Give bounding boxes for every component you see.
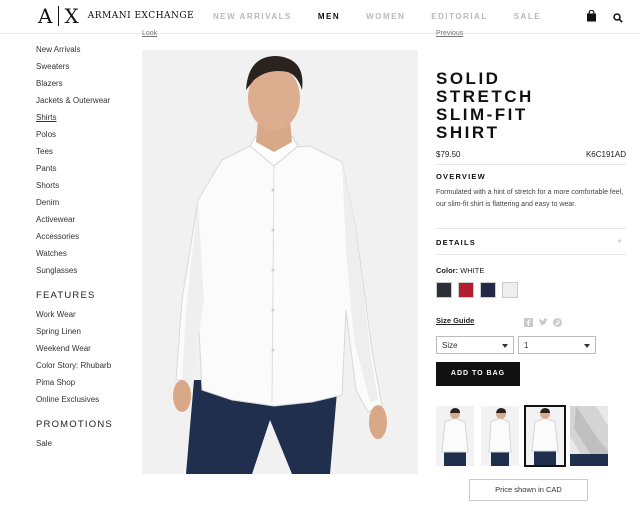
add-to-bag-button[interactable]: ADD TO BAG	[436, 362, 520, 386]
logo-mark-x: X	[64, 4, 80, 28]
nav-sale[interactable]: SALE	[514, 12, 541, 21]
promotions-heading: PROMOTIONS	[36, 419, 113, 430]
size-select-value: Size	[442, 340, 458, 350]
bag-icon[interactable]	[586, 9, 597, 27]
look-link[interactable]: Look	[142, 30, 157, 37]
details-heading[interactable]: DETAILS	[436, 238, 476, 247]
thumbnail-selected[interactable]	[524, 405, 566, 467]
nav-men[interactable]: MEN	[318, 12, 340, 21]
twitter-icon[interactable]	[538, 314, 548, 332]
divider	[436, 254, 626, 255]
quantity-select-value: 1	[524, 340, 529, 350]
product-image[interactable]	[142, 50, 418, 474]
search-icon[interactable]	[613, 10, 623, 28]
chevron-down-icon	[584, 341, 590, 350]
product-price: $79.50	[436, 150, 461, 159]
thumbnail-front[interactable]	[436, 406, 474, 466]
site-header: A X ARMANI EXCHANGE NEW ARRIVALS MEN WOM…	[0, 0, 640, 34]
sidebar-item-work-wear[interactable]: Work Wear	[36, 309, 136, 326]
overview-text: Formulated with a hint of stretch for a …	[436, 189, 624, 208]
color-label-key: Color:	[436, 266, 459, 275]
color-value: WHITE	[460, 266, 485, 275]
category-sidebar: New Arrivals Sweaters Blazers Jackets & …	[36, 44, 136, 455]
swatch-white[interactable]	[502, 282, 518, 298]
sidebar-item-jackets-outerwear[interactable]: Jackets & Outerwear	[36, 95, 136, 112]
chevron-down-icon	[502, 341, 508, 350]
price-row: $79.50 K6C191AD	[436, 150, 626, 159]
sidebar-item-pants[interactable]: Pants	[36, 163, 136, 180]
sidebar-item-pima-shop[interactable]: Pima Shop	[36, 377, 136, 394]
brand-logo[interactable]: A X ARMANI EXCHANGE	[38, 4, 195, 28]
divider	[436, 228, 626, 229]
sidebar-item-spring-linen[interactable]: Spring Linen	[36, 326, 136, 343]
features-heading: FEATURES	[36, 290, 96, 301]
brand-name: ARMANI EXCHANGE	[87, 11, 195, 21]
title-line: STRETCH	[436, 87, 534, 106]
sidebar-item-polos[interactable]: Polos	[36, 129, 136, 146]
thumbnail-detail[interactable]	[570, 406, 608, 466]
sidebar-item-blazers[interactable]: Blazers	[36, 78, 136, 95]
nav-women[interactable]: WOMEN	[366, 12, 405, 21]
logo-mark: A X	[38, 4, 80, 28]
pinterest-icon[interactable]	[553, 314, 562, 332]
product-sku: K6C191AD	[585, 150, 626, 159]
sidebar-item-sunglasses[interactable]: Sunglasses	[36, 265, 136, 282]
facebook-icon[interactable]	[524, 314, 533, 332]
product-title: SOLID STRETCH SLIM-FIT SHIRT	[436, 70, 626, 142]
sidebar-item-activewear[interactable]: Activewear	[36, 214, 136, 231]
swatch-navy[interactable]	[480, 282, 496, 298]
swatch-red[interactable]	[458, 282, 474, 298]
nav-editorial[interactable]: EDITORIAL	[431, 12, 487, 21]
sidebar-item-shirts[interactable]: Shirts	[36, 112, 136, 129]
sidebar-item-weekend-wear[interactable]: Weekend Wear	[36, 343, 136, 360]
sidebar-item-sweaters[interactable]: Sweaters	[36, 61, 136, 78]
logo-divider	[58, 6, 60, 26]
price-currency-note: Price shown in CAD	[469, 479, 588, 501]
title-line: SHIRT	[436, 123, 500, 142]
color-swatches	[436, 282, 524, 298]
sidebar-item-sale[interactable]: Sale	[36, 438, 136, 455]
overview-heading[interactable]: OVERVIEW	[436, 172, 486, 181]
sidebar-item-shorts[interactable]: Shorts	[36, 180, 136, 197]
size-guide-link[interactable]: Size Guide	[436, 316, 474, 325]
sidebar-item-tees[interactable]: Tees	[36, 146, 136, 163]
size-select[interactable]: Size	[436, 336, 514, 354]
sidebar-item-accessories[interactable]: Accessories	[36, 231, 136, 248]
swatch-charcoal[interactable]	[436, 282, 452, 298]
nav-new-arrivals[interactable]: NEW ARRIVALS	[213, 12, 292, 21]
title-line: SLIM-FIT	[436, 105, 528, 124]
quantity-select[interactable]: 1	[518, 336, 596, 354]
details-toggle-icon[interactable]: +	[617, 236, 623, 246]
sidebar-item-new-arrivals[interactable]: New Arrivals	[36, 44, 136, 61]
thumbnail-side[interactable]	[481, 406, 519, 466]
sidebar-item-color-story[interactable]: Color Story: Rhubarb	[36, 360, 136, 377]
divider	[436, 164, 626, 165]
sidebar-item-online-exclusives[interactable]: Online Exclusives	[36, 394, 136, 411]
model-illustration	[173, 56, 387, 474]
title-line: SOLID	[436, 69, 501, 88]
sidebar-item-denim[interactable]: Denim	[36, 197, 136, 214]
logo-mark-a: A	[38, 4, 54, 28]
sidebar-item-watches[interactable]: Watches	[36, 248, 136, 265]
main-nav: NEW ARRIVALS MEN WOMEN EDITORIAL SALE	[213, 12, 567, 21]
color-label: Color: WHITE	[436, 266, 484, 275]
previous-link[interactable]: Previous	[436, 30, 463, 37]
